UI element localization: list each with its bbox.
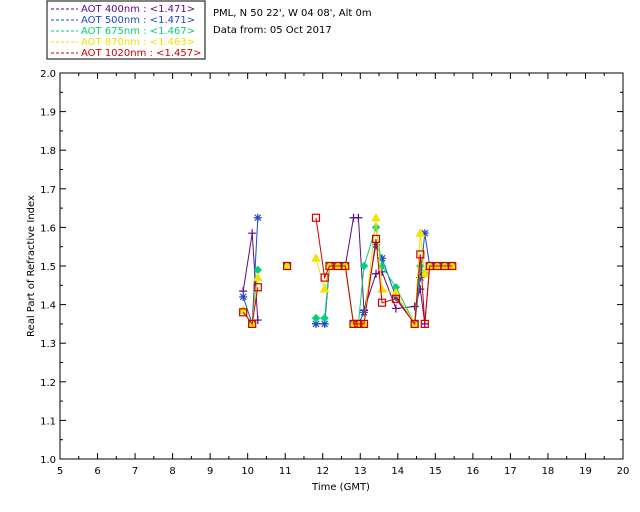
y-tick-label: 1.3 [40, 339, 56, 350]
x-tick-label: 8 [169, 466, 175, 477]
data-point-star [239, 292, 248, 301]
x-tick-label: 9 [207, 466, 213, 477]
legend-label: AOT 400nm : <1.471> [81, 4, 195, 15]
x-tick-label: 18 [542, 466, 555, 477]
x-tick-label: 15 [429, 466, 442, 477]
y-tick-label: 1.8 [40, 146, 56, 157]
data-point-plus [354, 213, 363, 222]
x-tick-label: 6 [94, 466, 100, 477]
y-tick-label: 1.6 [40, 223, 56, 234]
y-tick-label: 1.2 [40, 378, 56, 389]
legend-label: AOT 675nm : <1.467> [81, 26, 195, 37]
data-point-triangle [377, 284, 387, 293]
x-tick-label: 12 [316, 466, 329, 477]
date-info: Data from: 05 Oct 2017 [213, 25, 332, 36]
y-axis-title: Real Part of Refractive Index [26, 195, 37, 337]
data-point-diamond [311, 313, 321, 323]
data-point-triangle [311, 253, 321, 262]
data-point-diamond [320, 313, 329, 323]
y-tick-label: 1.9 [40, 108, 56, 119]
y-tick-label: 1.0 [40, 455, 56, 466]
y-tick-label: 2.0 [40, 69, 56, 80]
data-point-plus [391, 304, 400, 313]
x-tick-label: 17 [504, 466, 517, 477]
x-tick-label: 20 [617, 466, 630, 477]
data-point-diamond [371, 223, 381, 232]
legend-label: AOT 1020nm : <1.457> [81, 48, 201, 59]
x-axis: 5 6 7 8 9 10 11 12 13 14 15 16 17 18 19 20 [57, 73, 630, 477]
x-tick-label: 11 [279, 466, 292, 477]
series-layer [238, 212, 458, 329]
y-tick-label: 1.1 [40, 416, 56, 427]
site-info: PML, N 50 22', W 04 08', Alt 0m [213, 8, 372, 19]
y-tick-label: 1.5 [40, 262, 56, 273]
x-tick-label: 14 [391, 466, 404, 477]
x-tick-label: 5 [57, 466, 63, 477]
x-tick-label: 7 [132, 466, 138, 477]
refractive-index-chart: AOT 400nm : <1.471>AOT 500nm : <1.471>AO… [26, 0, 630, 493]
x-tick-label: 13 [354, 466, 367, 477]
data-point-star [253, 213, 262, 222]
y-tick-label: 1.4 [40, 301, 56, 312]
x-tick-label: 19 [579, 466, 592, 477]
data-point-triangle [371, 212, 381, 222]
x-axis-title: Time (GMT) [311, 482, 370, 493]
data-point-plus [248, 229, 257, 238]
x-tick-label: 16 [466, 466, 479, 477]
legend-label: AOT 870nm : <1.463> [81, 37, 195, 48]
data-point-star [360, 308, 369, 317]
x-tick-label: 10 [241, 466, 254, 477]
y-tick-label: 1.7 [40, 185, 56, 196]
legend-label: AOT 500nm : <1.471> [81, 15, 195, 26]
